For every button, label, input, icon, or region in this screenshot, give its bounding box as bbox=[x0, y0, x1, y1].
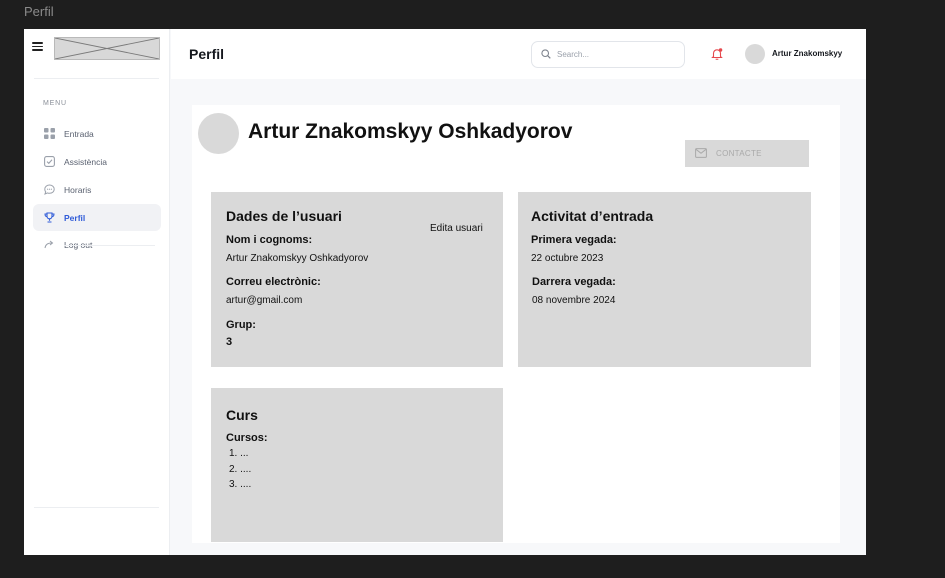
check-square-icon bbox=[44, 156, 55, 167]
name-label: Nom i cognoms: bbox=[226, 234, 313, 246]
user-card-title: Dades de l’usuari bbox=[226, 208, 342, 224]
search-icon bbox=[541, 46, 551, 64]
top-bar: Perfil Artur Znakomskyy bbox=[171, 29, 866, 79]
hamburger-menu-icon[interactable] bbox=[32, 42, 43, 51]
sidebar-item-perfil[interactable]: Perfil bbox=[33, 204, 161, 231]
frame-title: Perfil bbox=[24, 4, 54, 19]
app-window: MENU Entrada Assistència Horaris Perfil bbox=[24, 29, 866, 555]
sidebar-footer-divider bbox=[34, 507, 159, 508]
activity-card: Activitat d’entrada Primera vegada: 22 o… bbox=[518, 192, 811, 367]
profile-avatar bbox=[198, 113, 239, 154]
search-input[interactable] bbox=[557, 50, 677, 59]
sidebar-item-entrada[interactable]: Entrada bbox=[33, 120, 161, 147]
sidebar-item-horaris[interactable]: Horaris bbox=[33, 176, 161, 203]
list-item: 3. .... bbox=[229, 479, 252, 490]
sidebar-item-label: Horaris bbox=[64, 184, 92, 195]
last-login-value: 08 novembre 2024 bbox=[532, 295, 616, 306]
sidebar-item-assistencia[interactable]: Assistència bbox=[33, 148, 161, 175]
first-login-value: 22 octubre 2023 bbox=[531, 253, 604, 264]
edit-user-link[interactable]: Edita usuari bbox=[430, 223, 483, 234]
notification-bell-icon[interactable] bbox=[710, 47, 724, 61]
email-value: artur@gmail.com bbox=[226, 295, 303, 306]
user-avatar[interactable] bbox=[745, 44, 765, 64]
sidebar-divider bbox=[34, 78, 159, 79]
name-value: Artur Znakomskyy Oshkadyorov bbox=[226, 253, 369, 264]
profile-panel: Artur Znakomskyy Oshkadyorov CONTACTE Da… bbox=[192, 105, 840, 543]
header-user-name[interactable]: Artur Znakomskyy bbox=[772, 49, 842, 58]
sidebar-item-label: Entrada bbox=[64, 128, 94, 139]
profile-full-name: Artur Znakomskyy Oshkadyorov bbox=[248, 120, 573, 143]
activity-card-title: Activitat d’entrada bbox=[531, 208, 654, 224]
course-list: 1. ... 2. .... 3. .... bbox=[229, 448, 251, 495]
list-item: 2. .... bbox=[229, 463, 252, 475]
course-card-title: Curs bbox=[226, 407, 258, 423]
contact-button-label: CONTACTE bbox=[716, 149, 762, 158]
menu-section-label: MENU bbox=[43, 100, 67, 107]
sidebar: MENU Entrada Assistència Horaris Perfil bbox=[24, 29, 170, 555]
courses-label: Cursos: bbox=[226, 432, 268, 444]
logo-placeholder bbox=[54, 37, 160, 60]
logout-arrow-icon bbox=[44, 239, 55, 250]
group-value: 3 bbox=[226, 336, 233, 348]
list-item: 1. ... bbox=[229, 448, 249, 459]
grid-icon bbox=[44, 128, 55, 139]
contact-button[interactable]: CONTACTE bbox=[685, 140, 809, 167]
sidebar-item-label: Perfil bbox=[64, 212, 86, 223]
course-card: Curs Cursos: 1. ... 2. .... 3. .... bbox=[211, 388, 503, 542]
trophy-icon bbox=[44, 212, 55, 223]
email-label: Correu electrònic: bbox=[226, 276, 321, 288]
user-data-card: Dades de l’usuari Edita usuari Nom i cog… bbox=[211, 192, 503, 367]
sidebar-item-label: Assistència bbox=[64, 156, 107, 167]
first-login-label: Primera vegada: bbox=[531, 234, 617, 246]
logout-underline bbox=[64, 245, 155, 246]
last-login-label: Darrera vegada: bbox=[532, 276, 616, 288]
group-label: Grup: bbox=[226, 319, 256, 331]
chat-bubble-icon bbox=[44, 184, 55, 195]
search-box[interactable] bbox=[531, 41, 685, 68]
mail-icon bbox=[695, 145, 707, 163]
page-title: Perfil bbox=[189, 46, 225, 62]
